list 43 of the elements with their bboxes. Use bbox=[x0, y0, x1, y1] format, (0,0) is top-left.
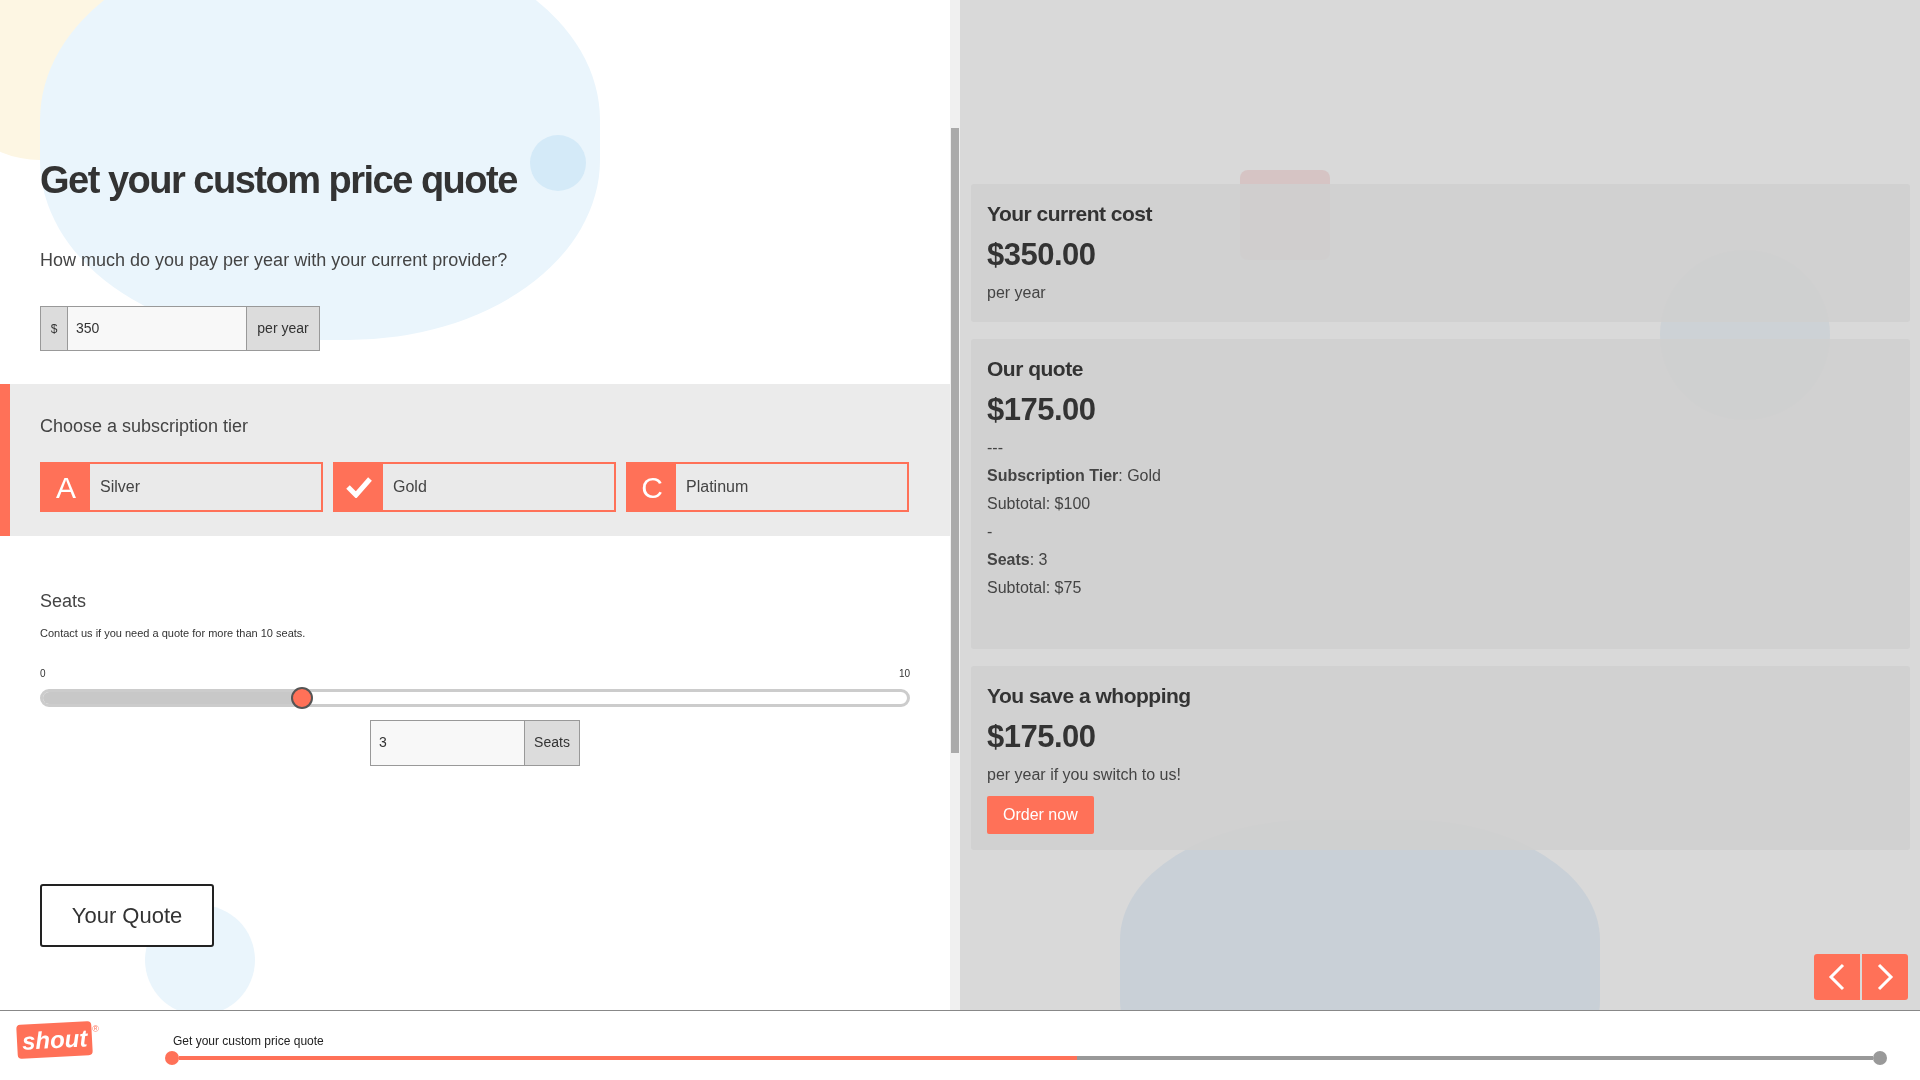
card-title: You save a whopping bbox=[987, 683, 1191, 709]
your-quote-button[interactable]: Your Quote bbox=[40, 883, 214, 947]
currency-prefix: $ bbox=[40, 306, 68, 351]
unit-suffix: Seats bbox=[525, 719, 580, 766]
seats-slider-track[interactable] bbox=[40, 688, 910, 707]
detail-line: - bbox=[987, 522, 993, 542]
tier-option[interactable]: A Silver bbox=[40, 462, 323, 512]
detail-line: Subtotal: $75 bbox=[987, 578, 1082, 598]
progress-track[interactable] bbox=[179, 1056, 1873, 1060]
detail-line: per year if you switch to us! bbox=[987, 765, 1181, 785]
slider-max-label: 10 bbox=[898, 666, 910, 681]
seats-label: Seats bbox=[40, 590, 87, 613]
previous-button[interactable] bbox=[1814, 954, 1860, 1000]
price-amount: $175.00 bbox=[987, 717, 1096, 756]
seats-hint: Contact us if you need a quote for more than 10 seats. bbox=[40, 626, 306, 641]
next-button[interactable] bbox=[1862, 954, 1908, 1000]
chevron-left-icon bbox=[1828, 963, 1846, 991]
slider-thumb[interactable] bbox=[291, 686, 314, 709]
logo: shout ® bbox=[17, 1023, 99, 1057]
card-title: Your current cost bbox=[987, 201, 1152, 227]
checkmark-icon bbox=[346, 476, 372, 498]
detail-line: per year bbox=[987, 283, 1046, 303]
detail-line: --- bbox=[987, 438, 1003, 458]
card-title: Our quote bbox=[987, 356, 1083, 382]
tier-letter: C bbox=[628, 464, 676, 510]
tier-option[interactable]: C Platinum bbox=[626, 462, 909, 512]
detail-line: Subscription Tier: Gold bbox=[987, 466, 1161, 486]
chevron-right-icon bbox=[1876, 963, 1894, 991]
seats-input[interactable]: 3 bbox=[370, 719, 525, 766]
price-amount: $175.00 bbox=[987, 390, 1096, 429]
page-title: Get your custom price quote bbox=[40, 158, 517, 203]
slider-min-label: 0 bbox=[40, 666, 46, 681]
slide-title: Get your custom price quote bbox=[173, 1033, 324, 1050]
scrollbar[interactable] bbox=[950, 0, 960, 1010]
tier-option[interactable]: Gold bbox=[333, 462, 616, 512]
detail-line: Seats: 3 bbox=[987, 550, 1048, 570]
price-amount: $350.00 bbox=[987, 235, 1096, 274]
unit-suffix: per year bbox=[246, 306, 320, 351]
section-label: Choose a subscription tier bbox=[40, 415, 249, 438]
question-text: How much do you pay per year with your current provider? bbox=[40, 249, 508, 272]
detail-line: Subtotal: $100 bbox=[987, 494, 1091, 514]
cost-input[interactable]: 350 bbox=[68, 306, 246, 351]
tier-letter: A bbox=[42, 464, 90, 510]
